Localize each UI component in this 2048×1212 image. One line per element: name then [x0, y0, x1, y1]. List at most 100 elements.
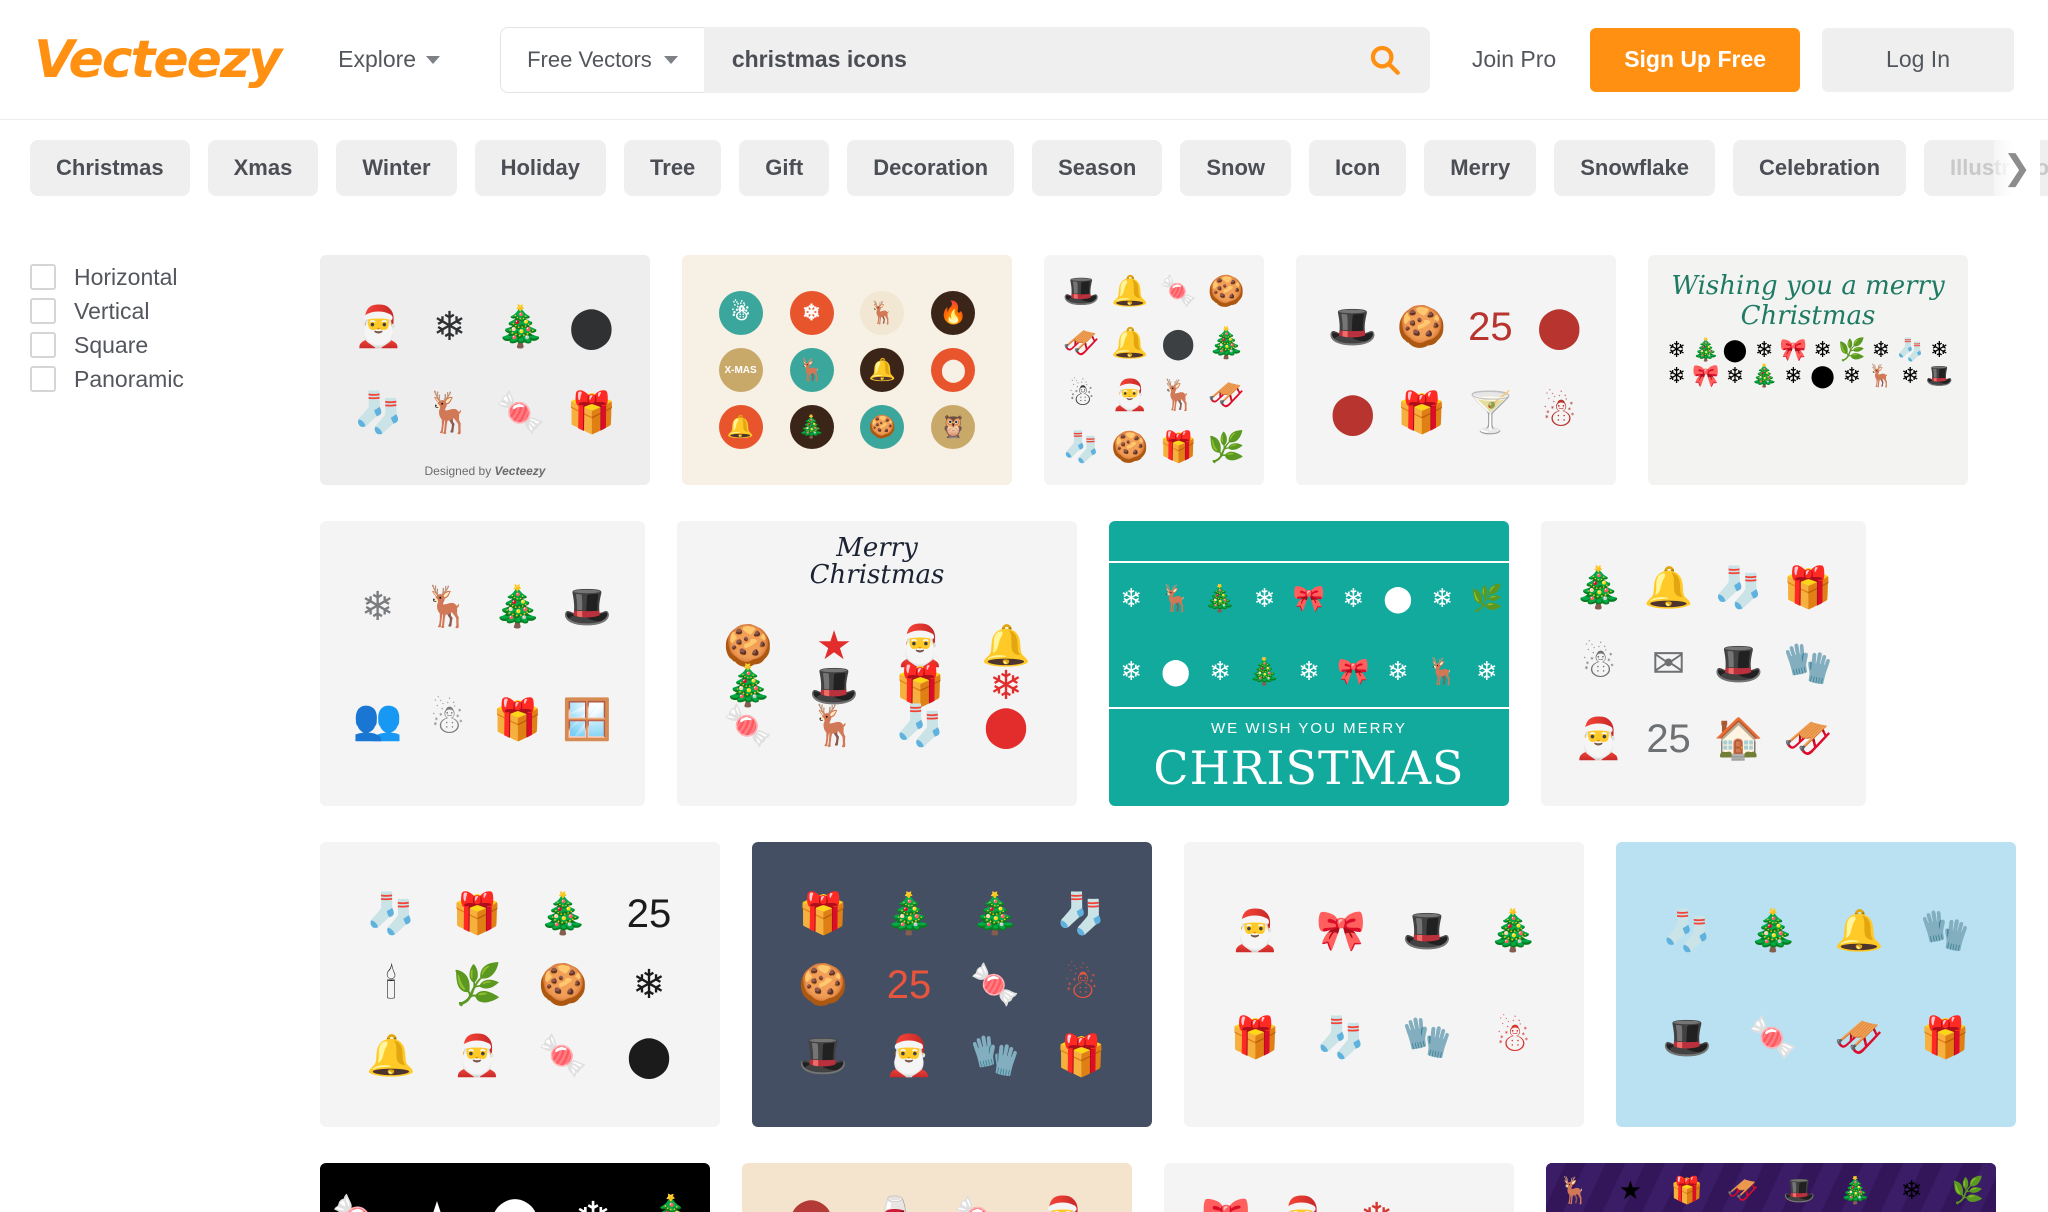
thumbnail-icon: 🦌: [1159, 583, 1192, 614]
result-thumbnail[interactable]: 🧦 🎄 🔔 🧤 🎩 🍬 🛷 🎁: [1616, 842, 2016, 1127]
result-thumbnail[interactable]: 🎩 🔔 🍬 🍪 🛷 🔔 ⬤ 🎄 ☃ 🎅 🦌 🛷 🧦 🍪 🎁 🌿: [1044, 255, 1264, 485]
thumbnail-icon: ⬤: [1330, 391, 1376, 436]
thumbnail-icon: 🎅: [1276, 1198, 1326, 1212]
search-button[interactable]: [1362, 43, 1408, 77]
result-thumbnail[interactable]: 🦌★🎁🛷🎩🎄❄🌿🦌★🎁🛷🎩🎄❄🌿: [1546, 1163, 1996, 1212]
filter-option[interactable]: Horizontal: [30, 260, 320, 294]
thumbnail-icon: 🎄: [1248, 655, 1281, 686]
tags-next-button[interactable]: ❯: [1994, 139, 2040, 196]
thumbnail-icon-grid: 🎅 🎀 🎩 🎄 🎁 🧦 🧤 ☃: [1184, 842, 1584, 1127]
checkbox-icon[interactable]: [30, 366, 56, 392]
tag-chip[interactable]: Celebration: [1733, 139, 1907, 196]
category-select[interactable]: Free Vectors: [500, 26, 704, 93]
thumbnail-icon: 🎁: [1783, 566, 1834, 610]
thumbnail-icon: 🧦: [353, 390, 404, 435]
thumbnail-icon: ❄: [989, 663, 1023, 708]
result-thumbnail[interactable]: ❄ 🦌 🎄 ❄ 🎀 ❄ ⬤ ❄ 🌿 ❄ ⬤ ❄ 🎄 ❄ 🎀 ❄ 🦌 ❄ WE WISH YOU MERRY CHRIS…: [1109, 521, 1509, 806]
thumbnail-icon-grid: 🎁 🎄 🎄 🧦 🍪 25 🍬 ☃ 🎩 🎅 🧤 🎁: [752, 842, 1152, 1127]
result-thumbnail[interactable]: 🎄 🔔 🧦 🎁 ☃ ✉ 🎩 🧤 🎅 25 🏠 🛷: [1541, 521, 1866, 806]
thumbnail-icon: 🧦: [1896, 337, 1924, 362]
checkbox-icon[interactable]: [30, 264, 56, 290]
thumbnail-icon: 🎁: [1056, 1033, 1106, 1078]
thumbnail-icon: ❄: [1667, 363, 1686, 388]
result-thumbnail[interactable]: 🎩 🍪 25 ⬤ ⬤ 🎁 🍸 ☃: [1296, 255, 1616, 485]
tag-chip[interactable]: Christmas: [30, 139, 190, 196]
filter-option-label: Square: [74, 331, 149, 358]
thumbnail-icon: 🎩: [798, 1033, 848, 1078]
tag-chip[interactable]: Icon: [1309, 139, 1407, 196]
thumbnail-icon: ❄: [1754, 337, 1774, 362]
thumbnail-icon: 🌿: [452, 962, 502, 1007]
result-thumbnail[interactable]: Merry Christmas 🍪 ★ 🎅 🔔 🎄 🎩 🎁 ❄ 🍬 🦌 🧦 ⬤: [677, 521, 1077, 806]
thumbnail-icon-grid: ⬤🍷🍬🎅🍪🥁★🎁: [742, 1163, 1132, 1212]
thumbnail-icon: 🎅: [884, 1033, 934, 1078]
result-thumbnail[interactable]: ☃ ❄ 🦌 🔥 X-MAS 🦌 🔔 ⬤ 🔔 🎄 🍪 🦉: [682, 255, 1012, 485]
checkbox-icon[interactable]: [30, 298, 56, 324]
join-pro-link[interactable]: Join Pro: [1438, 46, 1590, 73]
result-thumbnail[interactable]: Wishing you a merry Christmas ❄ 🎄 ⬤ ❄ 🎀 ❄ 🌿 ❄ 🧦 ❄ ❄…: [1648, 255, 1968, 485]
result-thumbnail[interactable]: 🎅 🎀 🎩 🎄 🎁 🧦 🧤 ☃: [1184, 842, 1584, 1127]
vecteezy-logo[interactable]: Vecteezy: [34, 30, 282, 90]
thumbnail-icon-grid: 🎩 🍪 25 ⬤ ⬤ 🎁 🍸 ☃: [1296, 255, 1616, 485]
filters-sidebar: Horizontal Vertical Square Panoramic: [0, 215, 320, 1212]
sign-up-free-button[interactable]: Sign Up Free: [1590, 27, 1801, 92]
thumbnail-image: 🎅 🎀 🎩 🎄 🎁 🧦 🧤 ☃: [1184, 842, 1584, 1127]
thumbnail-icon: 🎩: [1327, 304, 1378, 349]
filter-option[interactable]: Panoramic: [30, 362, 320, 396]
thumbnail-icon: 🧤: [1920, 909, 1970, 954]
tag-chip[interactable]: Xmas: [207, 139, 319, 196]
thumbnail-icon: 🌿: [1470, 583, 1503, 614]
thumbnail-image: 🧦 🎄 🔔 🧤 🎩 🍬 🛷 🎁: [1616, 842, 2016, 1127]
thumbnail-icon: 🎩: [562, 584, 613, 629]
tag-chip[interactable]: Winter: [336, 139, 457, 196]
thumbnail-icon: 🍬: [723, 703, 773, 748]
tag-chip[interactable]: Decoration: [847, 139, 1015, 196]
result-thumbnail[interactable]: 🧦 🎁 🎄 25 🕯 🌿 🍪 ❄ 🔔 🎅 🍬 ⬤: [320, 842, 720, 1127]
thumbnail-icon: ☃: [1063, 962, 1099, 1007]
tag-chip[interactable]: Snow: [1180, 139, 1292, 196]
result-thumbnail[interactable]: ❄ 🦌 🎄 🎩 👥 ☃ 🎁 🪟: [320, 521, 645, 806]
thumbnail-icon: 🦌: [1867, 363, 1895, 388]
filter-option[interactable]: Vertical: [30, 294, 320, 328]
result-thumbnail[interactable]: 🎁 🎄 🎄 🧦 🍪 25 🍬 ☃ 🎩 🎅 🧤 🎁: [752, 842, 1152, 1127]
tag-chip[interactable]: Tree: [624, 139, 722, 196]
thumbnail-icon: ☃: [1541, 391, 1578, 436]
thumbnail-icon: ✉: [1651, 641, 1686, 686]
thumbnail-icon: ⬤: [1536, 304, 1582, 349]
thumbnail-icon: 🍷: [870, 1198, 920, 1212]
thumbnail-icon: 🎅: [895, 623, 945, 668]
thumbnail-icon: 🎁: [492, 698, 543, 743]
thumbnail-icon: 🎩: [1062, 275, 1101, 308]
result-thumbnail[interactable]: 🍬 ★ ⬤ ❄ 🎄: [320, 1163, 710, 1212]
thumbnail-icon: ❄: [1900, 1175, 1923, 1205]
result-thumbnail[interactable]: 🎀 🎅 ❄: [1164, 1163, 1514, 1212]
tag-chip[interactable]: Merry: [1424, 139, 1537, 196]
log-in-button[interactable]: Log In: [1822, 27, 2014, 92]
thumbnail-icon: 🎅: [353, 305, 404, 350]
results-row: 🧦 🎁 🎄 25 🕯 🌿 🍪 ❄ 🔔 🎅 🍬 ⬤ 🎁 🎄 🎄 🧦 🍪 25 🍬 ☃ 🎩 🎅 🧤 🎁 🎅 🎀 🎩 🎄 🎁 🧦 🧤 ☃ 🧦 🎄 🔔 🧤 🎩 🍬…: [320, 842, 2048, 1127]
thumbnail-icon: 🎩: [1782, 1175, 1816, 1205]
thumbnail-icon: 🔔: [1111, 327, 1149, 360]
teal-banner-subtitle: WE WISH YOU MERRY: [1211, 720, 1407, 738]
tag-chip[interactable]: Snowflake: [1554, 139, 1716, 196]
thumbnail-icon: 🎀: [1779, 337, 1808, 362]
thumbnail-icon-grid: ☃ ❄ 🦌 🔥 X-MAS 🦌 🔔 ⬤ 🔔 🎄 🍪 🦉: [682, 255, 1012, 485]
filter-option-label: Panoramic: [74, 365, 184, 392]
thumbnail-icon: 🎁: [1396, 391, 1447, 436]
thumbnail-icon: 🦌: [1426, 655, 1459, 686]
tag-chip[interactable]: Holiday: [474, 139, 607, 196]
result-thumbnail[interactable]: 🎅 ❄ 🎄 ⬤ 🧦 🦌 🍬 🎁 Designed by Vecteezy: [320, 255, 650, 485]
filter-option[interactable]: Square: [30, 328, 320, 362]
thumbnail-image: 🎁 🎄 🎄 🧦 🍪 25 🍬 ☃ 🎩 🎅 🧤 🎁: [752, 842, 1152, 1127]
thumbnail-icon: 25: [626, 891, 672, 936]
result-thumbnail[interactable]: ⬤🍷🍬🎅🍪🥁★🎁: [742, 1163, 1132, 1212]
checkbox-icon[interactable]: [30, 332, 56, 358]
thumbnail-icon: 🎄: [1488, 909, 1538, 954]
search-input[interactable]: [731, 46, 1363, 73]
tag-chip[interactable]: Gift: [739, 139, 830, 196]
tag-chip[interactable]: Season: [1032, 139, 1163, 196]
thumbnail-icon: 🔔: [1834, 909, 1884, 954]
explore-menu[interactable]: Explore: [338, 46, 441, 73]
thumbnail-icon: 🍪: [1396, 304, 1447, 349]
thumbnail-icon: 🧦: [1062, 431, 1101, 464]
